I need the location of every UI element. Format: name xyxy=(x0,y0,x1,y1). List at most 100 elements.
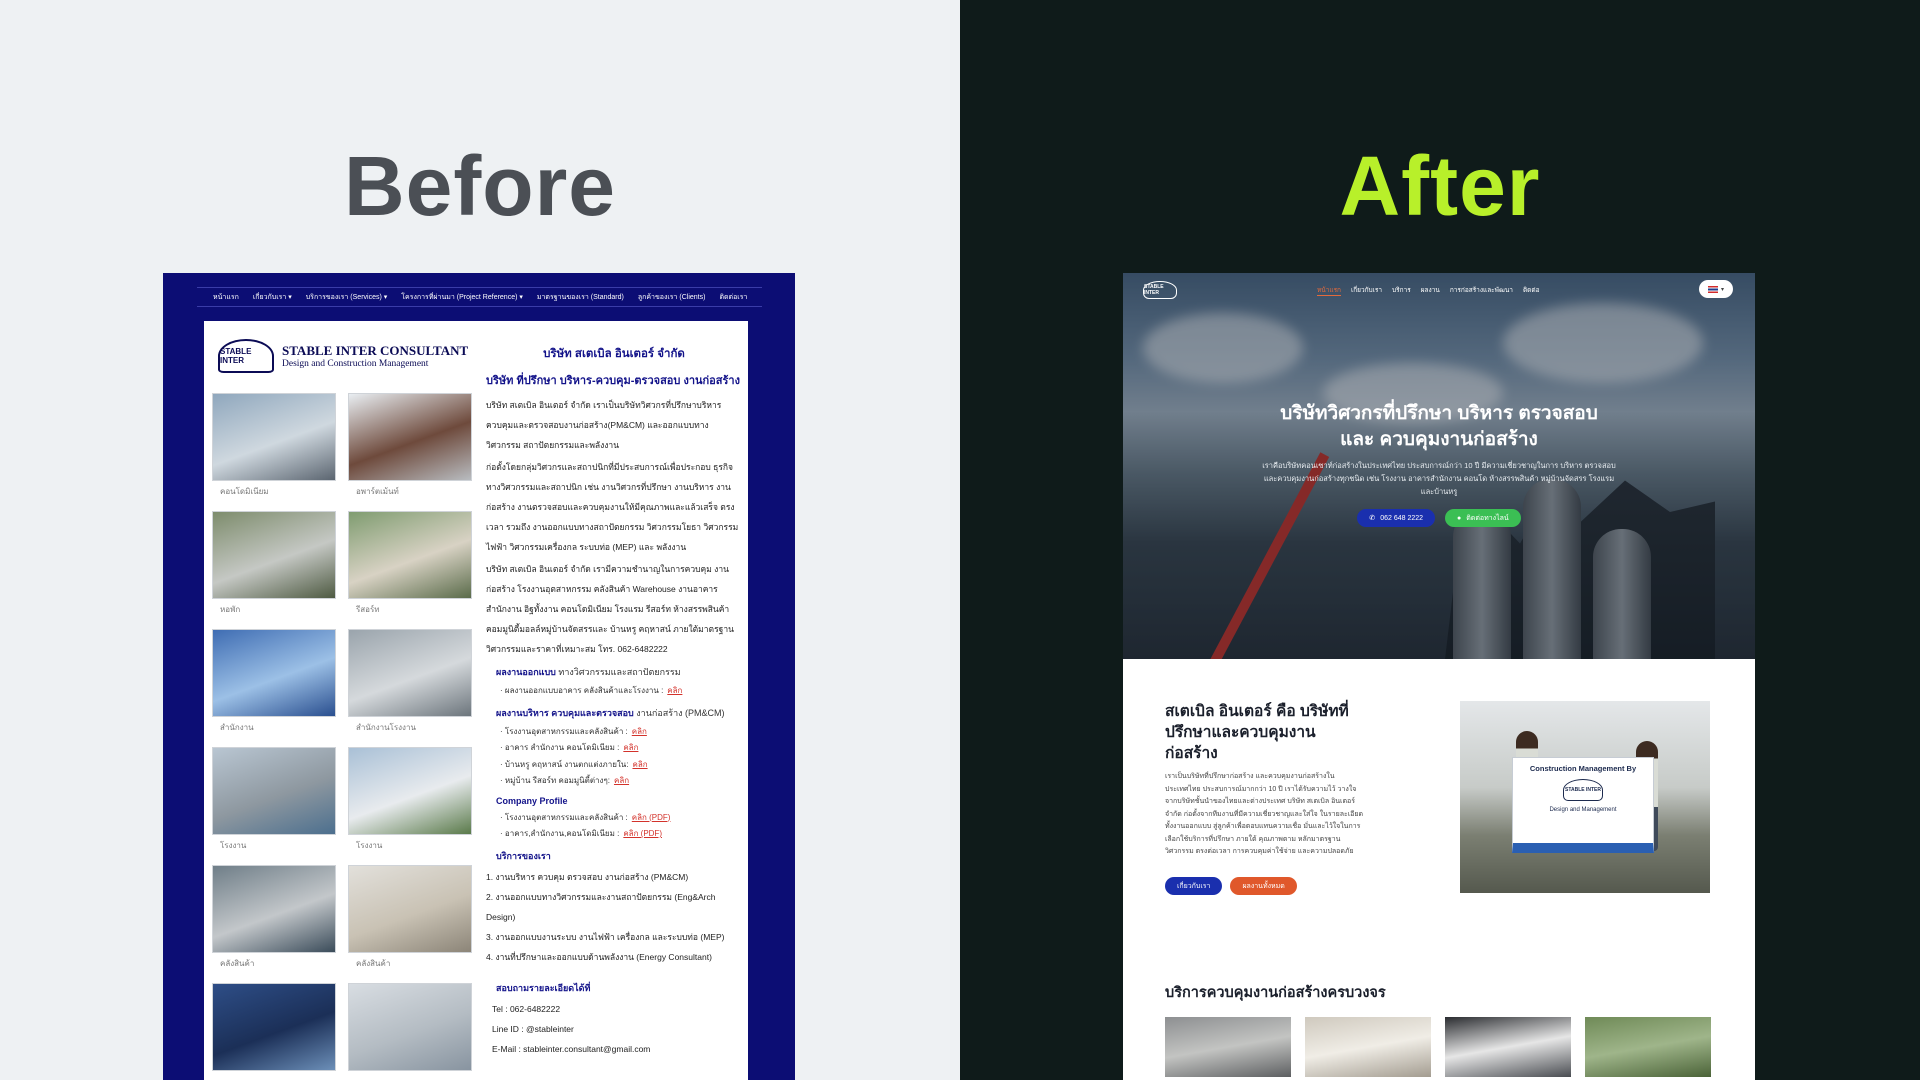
old-link-row: · ผลงานออกแบบอาคาร คลังสินค้าและโรงงาน :… xyxy=(500,686,683,695)
old-profile-heading: Company Profile xyxy=(496,795,568,806)
hero-section: STABLE INTER หน้าแรก เกี่ยวกับเรา บริการ… xyxy=(1123,273,1755,659)
service-thumbnail[interactable] xyxy=(1585,1017,1711,1077)
gallery-item[interactable]: หอพัก xyxy=(212,511,336,616)
gallery-item[interactable] xyxy=(212,983,336,1075)
new-nav-links: หน้าแรก เกี่ยวกับเรา บริการ ผลงาน การก่อ… xyxy=(1317,285,1540,296)
new-nav-item[interactable]: การก่อสร้างและพัฒนา xyxy=(1450,285,1513,296)
old-paragraph: ก่อตั้งโดยกลุ่มวิศวกรและสถาปนิกที่มีประส… xyxy=(486,462,739,552)
service-thumbnail[interactable] xyxy=(1165,1017,1291,1077)
all-projects-button[interactable]: ผลงานทั้งหมด xyxy=(1230,877,1297,895)
about-us-button[interactable]: เกี่ยวกับเรา xyxy=(1165,877,1223,895)
old-link[interactable]: คลิก xyxy=(632,760,647,769)
gallery-item[interactable]: สำนักงาน xyxy=(212,629,336,734)
services-title: บริการควบคุมงานก่อสร้างครบวงจร xyxy=(1165,985,1386,1001)
gallery-item[interactable]: สำนักงานโรงงาน xyxy=(348,629,472,734)
building-photo xyxy=(348,747,472,835)
old-paragraph: บริษัท สเตเบิล อินเตอร์ จำกัด เรามีความช… xyxy=(486,564,734,654)
old-link-row: · อาคาร สำนักงาน คอนโดมิเนียม : คลิก xyxy=(500,743,639,752)
gallery-item[interactable]: โรงงาน xyxy=(212,747,336,852)
old-text-column: บริษัท สเตเบิล อินเตอร์ จำกัด บริษัท ที่… xyxy=(486,345,742,1059)
new-nav-item[interactable]: ผลงาน xyxy=(1421,285,1440,296)
old-contact-tel: Tel : 062-6482222 xyxy=(492,1003,561,1014)
building-photo xyxy=(348,865,472,953)
new-nav-item[interactable]: ติดต่อ xyxy=(1523,285,1540,296)
old-link-row: · โรงงานอุตสาหกรรมและคลังสินค้า : คลิก (P… xyxy=(500,812,671,822)
new-nav-item[interactable]: บริการ xyxy=(1392,285,1411,296)
old-link[interactable]: คลิก xyxy=(623,743,638,752)
gallery-caption: โรงงาน xyxy=(220,841,247,850)
old-service-item: 4. งานที่ปรึกษาและออกแบบด้านพลังงาน (Ene… xyxy=(486,951,712,962)
old-service-item: 2. งานออกแบบทางวิศวกรรมและงานสถาปัตยกรรม… xyxy=(486,891,716,922)
old-paragraph: บริษัท สเตเบิล อินเตอร์ จำกัด เราเป็นบริ… xyxy=(486,400,722,450)
building-photo xyxy=(348,393,472,481)
building-photo xyxy=(212,865,336,953)
hero-title: บริษัทวิศวกรที่ปรึกษา บริหาร ตรวจสอบ และ… xyxy=(1280,403,1598,450)
gallery-item[interactable]: อพาร์ตเม้นท์ xyxy=(348,393,472,498)
old-link-row: · โรงงานอุตสาหกรรมและคลังสินค้า : คลิก xyxy=(500,726,647,736)
gallery-item[interactable]: คลังสินค้า xyxy=(212,865,336,970)
service-thumbnail[interactable] xyxy=(1305,1017,1431,1077)
old-contact-heading: สอบถามรายละเอียดได้ที่ xyxy=(496,982,591,993)
gallery-item[interactable]: คลังสินค้า xyxy=(348,865,472,970)
after-panel: After STABLE INTER หน้าแรก เกี่ยวกับเรา … xyxy=(960,0,1920,1080)
new-nav-item-home[interactable]: หน้าแรก xyxy=(1317,285,1341,296)
old-nav-item[interactable]: หน้าแรก xyxy=(213,292,239,303)
new-logo[interactable]: STABLE INTER xyxy=(1143,281,1177,299)
old-service-item: 1. งานบริหาร ควบคุม ตรวจสอบ งานก่อสร้าง … xyxy=(486,871,689,882)
banner-title: Construction Management By xyxy=(1529,764,1637,773)
old-pmcm-heading: ผลงานบริหาร ควบคุมและตรวจสอบ งานก่อสร้าง… xyxy=(496,707,725,718)
old-logo-mark: STABLE INTER xyxy=(218,339,274,373)
old-nav-item[interactable]: ติดต่อเรา xyxy=(719,292,747,303)
phone-button[interactable]: ✆ 062 648 2222 xyxy=(1357,509,1436,527)
new-website-screenshot: STABLE INTER หน้าแรก เกี่ยวกับเรา บริการ… xyxy=(1123,273,1755,1080)
gallery-item[interactable]: โรงงาน xyxy=(348,747,472,852)
gallery-caption: คอนโดมิเนียม xyxy=(220,487,269,496)
old-logo-title: STABLE INTER CONSULTANT xyxy=(282,343,469,358)
service-thumbnail[interactable] xyxy=(1445,1017,1571,1077)
banner-subtitle: Design and Management xyxy=(1549,807,1617,813)
old-design-heading: ผลงานออกแบบ ทางวิศวกรรมและสถาปัตยกรรม xyxy=(496,667,681,677)
old-nav-item[interactable]: โครงการที่ผ่านมา (Project Reference) ▾ xyxy=(401,292,523,303)
building-photo xyxy=(348,629,472,717)
gallery-item[interactable]: คอนโดมิเนียม xyxy=(212,393,336,498)
building-photo xyxy=(212,983,336,1071)
old-link[interactable]: คลิก xyxy=(614,776,629,785)
old-nav-item[interactable]: มาตรฐานของเรา (Standard) xyxy=(537,292,624,303)
gallery-item[interactable]: รีสอร์ท xyxy=(348,511,472,616)
gallery-caption: อพาร์ตเม้นท์ xyxy=(356,487,399,496)
chat-icon: ● xyxy=(1457,514,1462,522)
company-banner: Construction Management By STABLE INTER … xyxy=(1512,757,1654,853)
old-nav-item[interactable]: ลูกค้าของเรา (Clients) xyxy=(638,292,706,303)
chevron-down-icon: ▾ xyxy=(1720,286,1724,293)
old-service-item: 3. งานออกแบบงานระบบ งานไฟฟ้า เครื่องกล แ… xyxy=(486,931,725,942)
gallery-caption: คลังสินค้า xyxy=(356,959,391,968)
old-link[interactable]: คลิก xyxy=(632,727,647,736)
gallery-item[interactable] xyxy=(348,983,472,1075)
team-banner-photo: Construction Management By STABLE INTER … xyxy=(1460,701,1710,893)
gallery-caption: สำนักงาน xyxy=(220,723,254,732)
gallery-caption: สำนักงานโรงงาน xyxy=(356,723,416,732)
language-switcher[interactable]: ▾ xyxy=(1699,280,1733,298)
phone-icon: ✆ xyxy=(1369,515,1376,522)
old-link[interactable]: คลิก (PDF) xyxy=(623,829,662,838)
old-nav-item[interactable]: เกี่ยวกับเรา ▾ xyxy=(253,292,292,303)
old-link[interactable]: คลิก xyxy=(667,686,682,695)
after-heading: After xyxy=(1339,139,1541,233)
line-contact-button[interactable]: ● ติดต่อทางไลน์ xyxy=(1445,509,1521,527)
gallery-caption: หอพัก xyxy=(220,605,241,614)
before-panel: Before หน้าแรก เกี่ยวกับเรา ▾ บริการของเ… xyxy=(0,0,960,1080)
hero-description: เราคือบริษัทคอนเซาท์ก่อสร้างในประเทศไทย … xyxy=(1262,461,1616,496)
new-nav-item[interactable]: เกี่ยวกับเรา xyxy=(1351,285,1382,296)
new-nav-bar: STABLE INTER หน้าแรก เกี่ยวกับเรา บริการ… xyxy=(1123,273,1755,307)
hero-buttons: ✆ 062 648 2222 ● ติดต่อทางไลน์ xyxy=(1123,509,1755,527)
old-link-row: · บ้านหรู คฤหาสน์ งานตกแต่งภายใน: คลิก xyxy=(500,759,648,769)
before-heading: Before xyxy=(343,139,617,233)
gallery-caption: รีสอร์ท xyxy=(356,605,380,614)
old-logo-subtitle: Design and Construction Management xyxy=(282,359,429,369)
building-photo xyxy=(348,511,472,599)
old-link-row: · หมู่บ้าน รีสอร์ท คอมมูนิตี้ต่างๆ: คลิก xyxy=(500,776,630,785)
building-photo xyxy=(348,983,472,1071)
old-nav-item[interactable]: บริการของเรา (Services) ▾ xyxy=(306,292,388,303)
old-link[interactable]: คลิก (PDF) xyxy=(632,813,671,822)
old-link-row: · อาคาร,สำนักงาน,คอนโดมิเนียม : คลิก (PDF… xyxy=(500,829,662,838)
